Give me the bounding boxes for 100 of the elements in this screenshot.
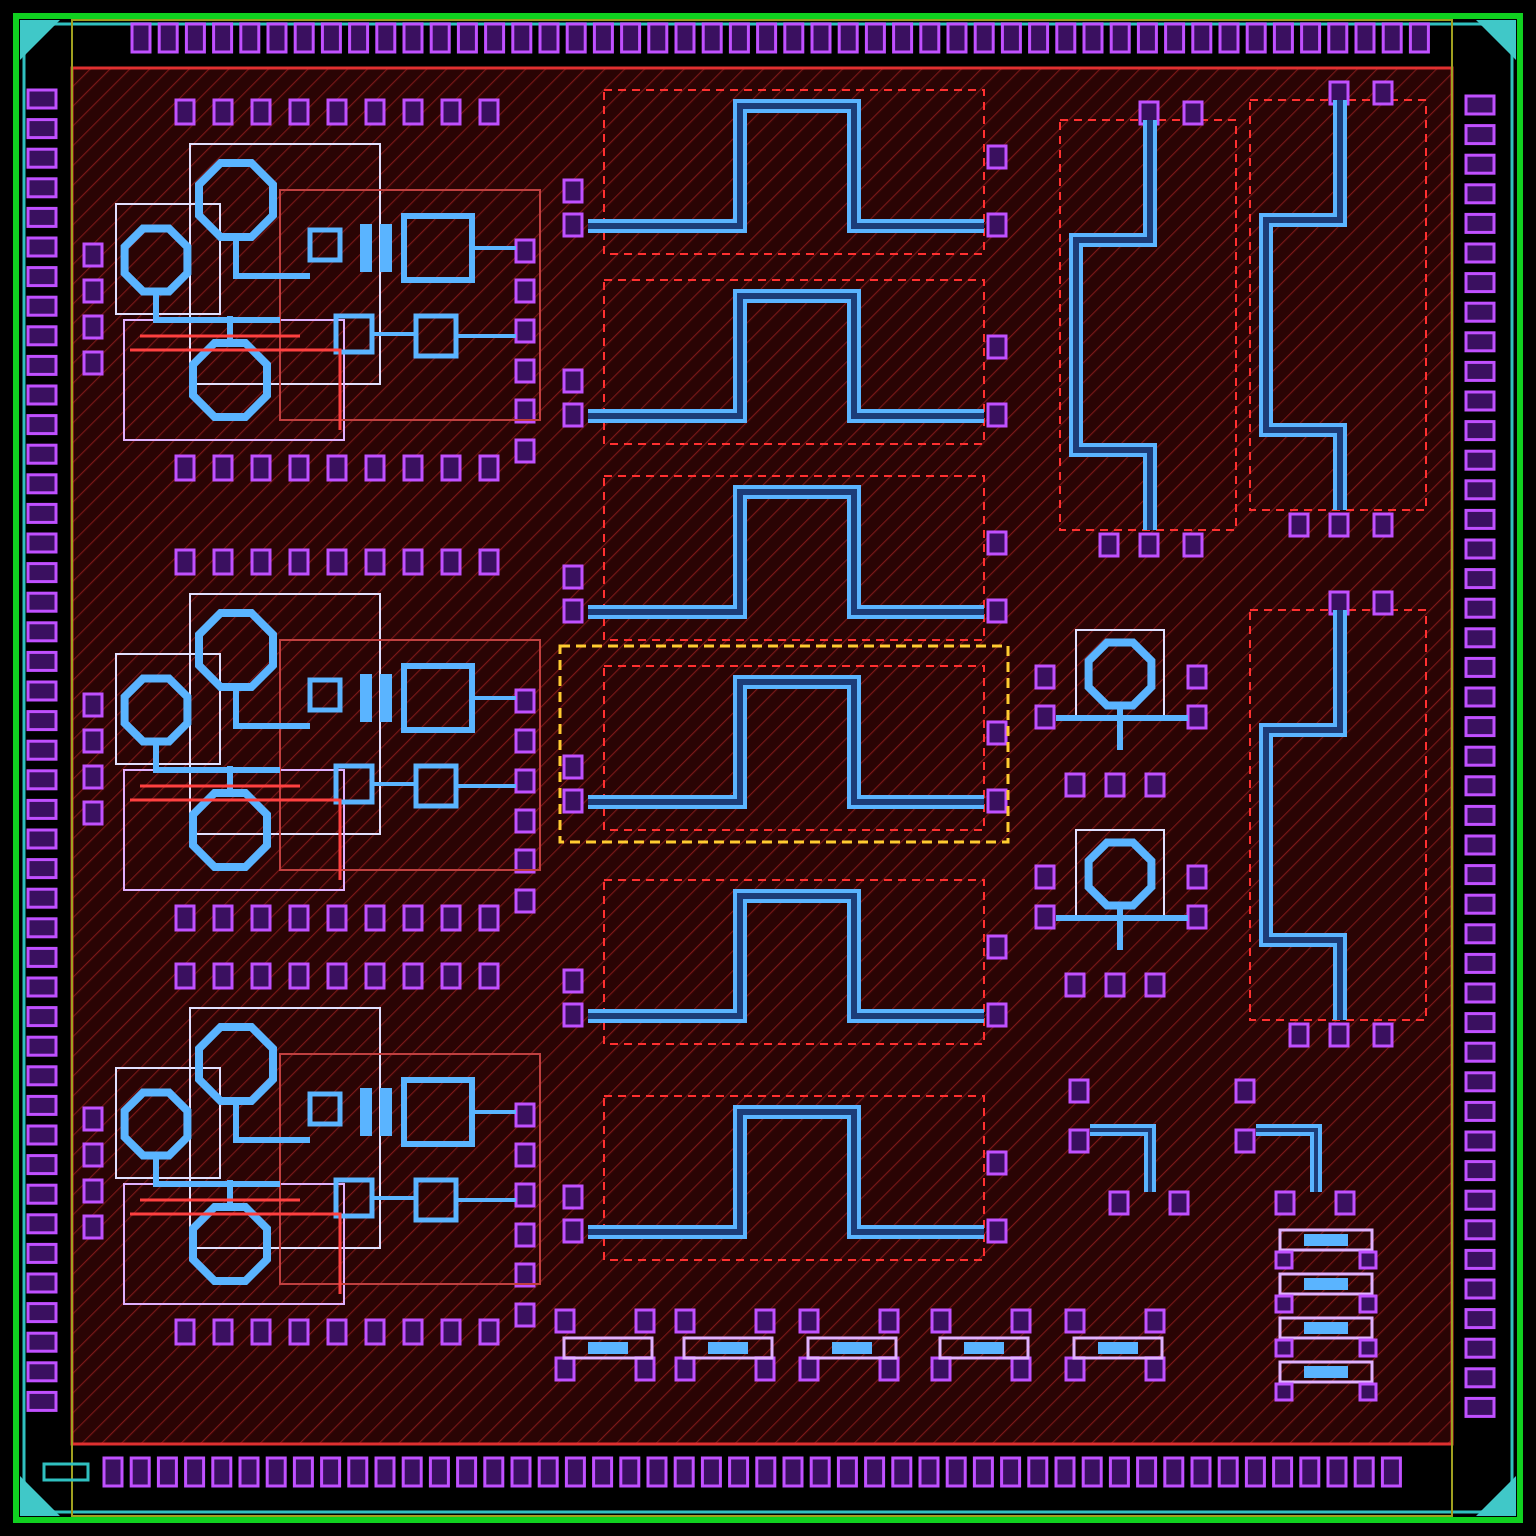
bond-pad <box>1464 479 1496 501</box>
bond-pad <box>401 1456 423 1488</box>
bond-pad <box>483 1456 505 1488</box>
bond-pad <box>1272 22 1294 54</box>
bond-pad <box>564 1456 586 1488</box>
bond-pad <box>837 22 859 54</box>
meander-line-drawing[interactable] <box>562 475 1008 641</box>
bond-pad <box>1464 360 1496 382</box>
meander-line-drawing[interactable] <box>562 879 1008 1045</box>
bond-pad <box>538 22 560 54</box>
bond-pad <box>1464 864 1496 886</box>
meander-line-drawing[interactable] <box>1249 80 1427 538</box>
bond-pad <box>26 976 58 998</box>
resistor-stack-drawing[interactable] <box>1274 1228 1378 1402</box>
bond-pad <box>1028 22 1050 54</box>
bond-pad <box>26 88 58 110</box>
bond-pad <box>1081 1456 1103 1488</box>
bond-pad <box>1464 1248 1496 1270</box>
meander-line-drawing[interactable] <box>1059 100 1237 558</box>
amplifier-drawing[interactable] <box>82 98 541 482</box>
resistor-drawing[interactable] <box>930 1308 1032 1382</box>
inductor-drawing[interactable] <box>1034 829 1208 998</box>
inductor-drawing[interactable] <box>1034 629 1208 798</box>
bond-pad <box>211 1456 233 1488</box>
bond-pad <box>1217 1456 1239 1488</box>
bond-pad <box>1464 1396 1496 1418</box>
bond-pad <box>1464 153 1496 175</box>
bond-pad <box>973 22 995 54</box>
bond-pad <box>1464 331 1496 353</box>
amplifier-drawing[interactable] <box>82 548 541 932</box>
bond-pad <box>1300 22 1322 54</box>
bond-pad <box>26 236 58 258</box>
bond-pad <box>592 22 614 54</box>
bond-pad <box>864 22 886 54</box>
bond-pad <box>1464 1278 1496 1300</box>
bond-pad <box>26 1035 58 1057</box>
bond-pad <box>1464 568 1496 590</box>
bond-pad <box>26 710 58 732</box>
bond-pad <box>348 22 370 54</box>
bond-pad <box>919 22 941 54</box>
bond-pad <box>266 22 288 54</box>
bond-pad <box>292 1456 314 1488</box>
bond-pad <box>1380 1456 1402 1488</box>
stub-drawing[interactable] <box>1068 1078 1190 1216</box>
stub-drawing[interactable] <box>1234 1078 1356 1216</box>
bond-pad <box>809 1456 831 1488</box>
bond-pad <box>1191 22 1213 54</box>
bond-pad <box>1464 1012 1496 1034</box>
bond-pad <box>1464 775 1496 797</box>
bond-pad <box>26 295 58 317</box>
bond-pad <box>1464 301 1496 323</box>
bond-pad <box>946 22 968 54</box>
bond-pad <box>1464 538 1496 560</box>
bond-pad <box>26 1361 58 1383</box>
bond-pad <box>1464 716 1496 738</box>
bond-pad <box>26 414 58 436</box>
bond-pad <box>1299 1456 1321 1488</box>
meander-line-drawing[interactable] <box>1249 590 1427 1048</box>
bond-pad <box>26 858 58 880</box>
bond-pad <box>701 22 723 54</box>
bond-pad <box>26 769 58 791</box>
resistor-drawing[interactable] <box>1064 1308 1166 1382</box>
resistor-drawing[interactable] <box>554 1308 656 1382</box>
bond-pad <box>402 22 424 54</box>
bond-pad <box>1464 1071 1496 1093</box>
meander-line-drawing[interactable] <box>562 1095 1008 1261</box>
meander-line-drawing[interactable] <box>562 89 1008 255</box>
bond-pad <box>26 917 58 939</box>
bond-pad <box>756 22 778 54</box>
meander-line-drawing[interactable] <box>562 279 1008 445</box>
bond-pad <box>26 739 58 761</box>
bond-pad <box>26 473 58 495</box>
bond-pad <box>212 22 234 54</box>
bond-pad <box>1464 1100 1496 1122</box>
bond-pad <box>1327 22 1349 54</box>
bond-pad <box>239 22 261 54</box>
bond-pad <box>1136 1456 1158 1488</box>
bond-pad <box>1272 1456 1294 1488</box>
bond-pad <box>26 384 58 406</box>
bond-pad <box>129 1456 151 1488</box>
amplifier-drawing[interactable] <box>82 962 541 1346</box>
bond-pad <box>592 1456 614 1488</box>
bond-pad <box>293 22 315 54</box>
resistor-drawing[interactable] <box>798 1308 900 1382</box>
bond-pad <box>320 1456 342 1488</box>
bond-pad <box>429 22 451 54</box>
bond-pad <box>1464 212 1496 234</box>
bond-pad <box>26 591 58 613</box>
bond-pad <box>728 22 750 54</box>
bond-pad <box>646 1456 668 1488</box>
bond-pad <box>1464 745 1496 767</box>
meander-line-drawing[interactable] <box>558 644 1010 844</box>
bond-pad <box>26 354 58 376</box>
corner-mark <box>1476 20 1516 60</box>
bond-pad <box>1464 1189 1496 1211</box>
resistor-drawing[interactable] <box>674 1308 776 1382</box>
bond-pad <box>1464 1337 1496 1359</box>
bond-pad <box>26 1065 58 1087</box>
bond-pad <box>1408 22 1430 54</box>
bond-pad <box>26 206 58 228</box>
